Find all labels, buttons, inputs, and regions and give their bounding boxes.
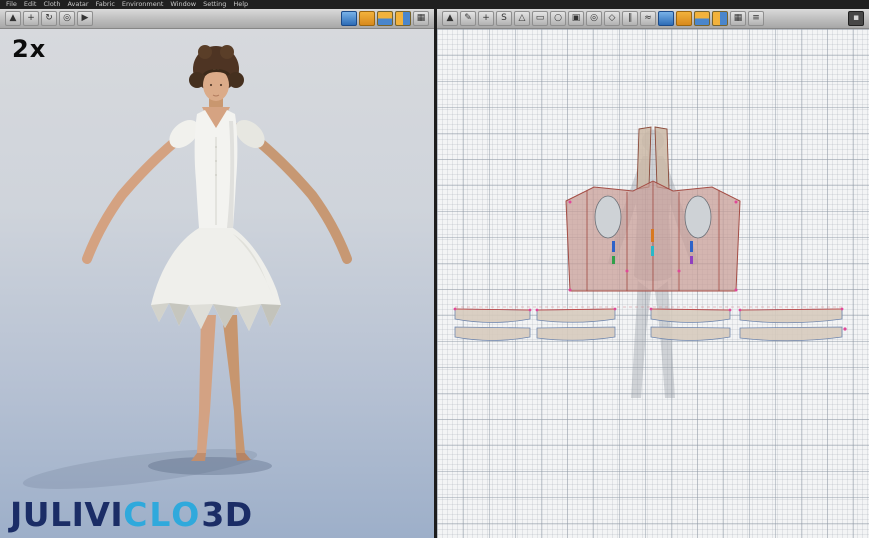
menu-help[interactable]: Help <box>230 0 251 9</box>
segment-sewing-icon[interactable]: ∥ <box>622 11 638 26</box>
show-notch-icon[interactable] <box>676 11 692 26</box>
edit-curvature-icon[interactable]: S <box>496 11 512 26</box>
menu-avatar[interactable]: Avatar <box>64 0 91 9</box>
circle-tool-icon[interactable]: ○ <box>550 11 566 26</box>
workspace: ▲ + ↻ ◎ ▶ ▦ 2x JULIVICLO3D ▲ ✎ + S △ ▭ ○… <box>0 9 869 538</box>
pattern-render <box>453 126 847 398</box>
internal-circle-icon[interactable]: ◎ <box>586 11 602 26</box>
show-grid-icon[interactable] <box>712 11 728 26</box>
watermark-clo: CLO <box>123 495 202 534</box>
free-sewing-icon[interactable]: ≈ <box>640 11 656 26</box>
polygon-tool-icon[interactable]: △ <box>514 11 530 26</box>
watermark-logo: JULIVICLO3D <box>10 495 253 534</box>
menu-window[interactable]: Window <box>167 0 199 9</box>
2d-pattern-canvas[interactable] <box>437 29 869 538</box>
rectangle-tool-icon[interactable]: ▭ <box>532 11 548 26</box>
show-garment-icon[interactable] <box>359 11 375 26</box>
pattern-outline-icon[interactable]: ▦ <box>730 11 746 26</box>
internal-polygon-icon[interactable]: ▣ <box>568 11 584 26</box>
armhole-left <box>594 195 622 239</box>
clo3d-application: File Edit Cloth Avatar Fabric Environmen… <box>0 0 869 538</box>
simulate-icon[interactable]: ▶ <box>77 11 93 26</box>
menu-file[interactable]: File <box>3 0 20 9</box>
add-point-icon[interactable]: + <box>478 11 494 26</box>
menu-fabric[interactable]: Fabric <box>93 0 118 9</box>
sync-2d3d-icon[interactable] <box>377 11 393 26</box>
toolbar-2d: ▲ ✎ + S △ ▭ ○ ▣ ◎ ◇ ∥ ≈ ▦ ≡ ▪ <box>437 9 869 29</box>
menu-cloth[interactable]: Cloth <box>40 0 63 9</box>
dress[interactable] <box>151 110 281 331</box>
menu-environment[interactable]: Environment <box>119 0 167 9</box>
pattern-ruffle-strips[interactable] <box>454 308 843 342</box>
transform-tool-icon[interactable]: ▲ <box>442 11 458 26</box>
dress-skirt <box>151 228 281 331</box>
3d-canvas[interactable]: 2x JULIVICLO3D <box>0 29 434 538</box>
armhole-right <box>684 195 712 239</box>
pattern-bodice-block[interactable] <box>565 180 741 292</box>
zoom-level-label: 2x <box>12 35 47 63</box>
viewport-2d-panel: ▲ ✎ + S △ ▭ ○ ▣ ◎ ◇ ∥ ≈ ▦ ≡ ▪ <box>437 9 869 538</box>
show-texture-icon[interactable]: ▦ <box>413 11 429 26</box>
render-mode-icon[interactable] <box>395 11 411 26</box>
viewport-3d-panel: ▲ + ↻ ◎ ▶ ▦ 2x JULIVICLO3D <box>0 9 434 538</box>
menubar: File Edit Cloth Avatar Fabric Environmen… <box>0 0 869 9</box>
rotate-view-icon[interactable]: ↻ <box>41 11 57 26</box>
show-sewing-icon[interactable] <box>658 11 674 26</box>
menu-edit[interactable]: Edit <box>21 0 40 9</box>
toolbar-3d: ▲ + ↻ ◎ ▶ ▦ <box>0 9 434 29</box>
watermark-3d: 3D <box>201 495 253 534</box>
pan-tool-icon[interactable]: + <box>23 11 39 26</box>
avatar-legs <box>191 315 251 461</box>
show-avatar-icon[interactable] <box>341 11 357 26</box>
darts-tool-icon[interactable]: ◇ <box>604 11 620 26</box>
watermark-julivi: JULIVI <box>10 495 124 534</box>
texture-editor-icon[interactable] <box>694 11 710 26</box>
zoom-tool-icon[interactable]: ◎ <box>59 11 75 26</box>
menu-setting[interactable]: Setting <box>200 0 229 9</box>
select-tool-icon[interactable]: ▲ <box>5 11 21 26</box>
settings-icon[interactable]: ≡ <box>748 11 764 26</box>
cast-shadow <box>148 457 272 475</box>
panel-menu-icon[interactable]: ▪ <box>848 11 864 26</box>
avatar-head <box>189 45 244 101</box>
avatar-3d-render[interactable] <box>0 29 434 538</box>
edit-pattern-icon[interactable]: ✎ <box>460 11 476 26</box>
